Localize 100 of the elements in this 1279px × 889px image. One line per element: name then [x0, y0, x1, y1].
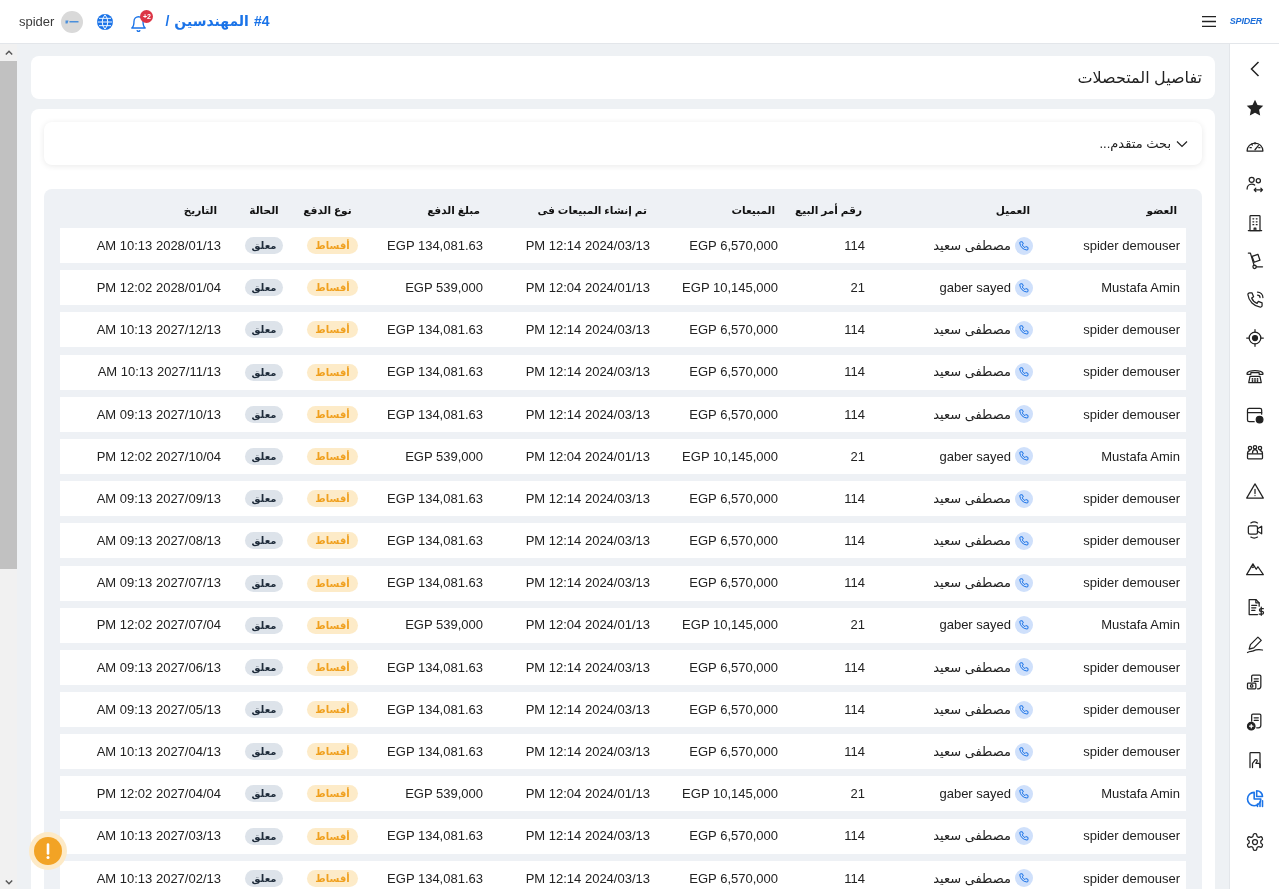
phone-icon[interactable] [1015, 320, 1033, 339]
scroll-up-icon[interactable] [4, 50, 13, 55]
payment-type-badge: أقساط [307, 785, 358, 803]
table-cell-text: PM 12:02 2027/07/04 [96, 616, 221, 635]
table-cell-text: EGP 134,081.63 [387, 827, 483, 846]
status-badge: معلق [244, 532, 284, 550]
payment-type-badge: أقساط [307, 237, 358, 254]
table-cell-text: EGP 6,570,000 [689, 827, 778, 846]
table-cell-text: spider demouser [1083, 869, 1180, 888]
pen-icon [1244, 635, 1265, 656]
user-name[interactable]: spider [19, 11, 55, 32]
scroll-down-icon[interactable] [4, 879, 13, 885]
payment-type-badge: أقساط [307, 701, 358, 719]
table-cell-text: PM 12:14 2024/03/13 [525, 658, 650, 677]
table-cell-text: 114 [844, 658, 865, 677]
globe-icon[interactable] [97, 13, 114, 30]
table-cell-text: EGP 6,570,000 [689, 658, 778, 677]
table-cell-text: gaber sayed [939, 616, 1011, 635]
column-header[interactable]: العضو [1146, 202, 1177, 219]
table-cell-text: 21 [850, 447, 865, 466]
payment-type-badge: أقساط [307, 447, 358, 465]
table-cell-text: EGP 539,000 [405, 616, 483, 635]
table-cell-text: مصطفى سعيد [933, 658, 1011, 677]
table-cell-text: 114 [844, 827, 865, 846]
table-cell-text: 114 [844, 363, 865, 382]
table-cell-text: gaber sayed [939, 785, 1011, 804]
menu-icon [1201, 16, 1216, 27]
brand-logo[interactable]: SPIDER [1229, 14, 1262, 29]
table-cell-text: PM 12:14 2024/03/13 [525, 532, 650, 551]
page-title: تفاصيل المتحصلات [1077, 67, 1202, 88]
phone-icon[interactable] [1015, 827, 1033, 846]
payment-type-badge: أقساط [307, 490, 358, 508]
phone-icon[interactable] [1015, 447, 1033, 466]
phone-icon[interactable] [1015, 742, 1033, 761]
column-header[interactable]: تم إنشاء المبيعات فى [537, 202, 647, 219]
status-badge: معلق [244, 743, 284, 761]
table-cell-text: AM 10:13 2027/03/13 [96, 827, 221, 846]
table-cell-text: gaber sayed [939, 278, 1011, 297]
payment-type-badge: أقساط [307, 532, 358, 550]
table-cell-text: PM 12:14 2024/03/13 [525, 489, 650, 508]
column-header[interactable]: الحالة [249, 202, 279, 219]
table-cell-text: 21 [850, 616, 865, 635]
phone-icon[interactable] [1015, 616, 1033, 635]
table-cell-text: 114 [844, 405, 865, 424]
warning-icon [1244, 481, 1265, 502]
table-cell-text: 21 [850, 785, 865, 804]
phone-icon[interactable] [1015, 658, 1033, 677]
phone-icon[interactable] [1015, 531, 1033, 550]
phone-icon[interactable] [1015, 869, 1033, 888]
table-cell-text: PM 12:02 2027/10/04 [96, 447, 221, 466]
table-cell-text: EGP 6,570,000 [689, 869, 778, 888]
table-cell-text: 114 [844, 869, 865, 888]
table-cell-text: spider demouser [1083, 827, 1180, 846]
table-cell-text: مصطفى سعيد [933, 321, 1011, 340]
payment-type-badge: أقساط [307, 658, 358, 676]
phone-icon[interactable] [1015, 278, 1033, 297]
advanced-search-toggle[interactable]: بحث متقدم... [44, 122, 1202, 165]
table-cell-text: 114 [844, 574, 865, 593]
payment-type-badge: أقساط [307, 616, 358, 634]
table-cell-text: مصطفى سعيد [933, 869, 1011, 888]
status-badge: معلق [244, 363, 284, 381]
menu-button[interactable] [1201, 15, 1216, 28]
phone-icon[interactable] [1015, 405, 1033, 424]
table-cell-text: 114 [844, 489, 865, 508]
payment-type-badge: أقساط [307, 827, 358, 845]
column-header[interactable]: العميل [995, 202, 1030, 219]
status-badge: معلق [244, 405, 284, 423]
table-cell-text: مصطفى سعيد [933, 743, 1011, 761]
table-cell-text: spider demouser [1083, 658, 1180, 677]
phone-icon[interactable] [1015, 489, 1033, 508]
table-cell-text: spider demouser [1083, 574, 1180, 593]
table-cell-text: AM 09:13 2027/09/13 [96, 489, 221, 508]
table-cell-text: EGP 6,570,000 [689, 743, 778, 761]
table-cell-text: EGP 6,570,000 [689, 405, 778, 424]
table-cell-text: AM 10:13 2028/01/13 [96, 236, 221, 255]
table-cell-text: EGP 134,081.63 [387, 869, 483, 888]
scrollbar-thumb[interactable] [0, 61, 17, 569]
column-header[interactable]: نوع الدفع [303, 202, 352, 219]
table-cell-text: PM 12:14 2024/03/13 [525, 363, 650, 382]
phone-icon[interactable] [1015, 236, 1033, 255]
table-cell-text: PM 12:14 2024/03/13 [525, 827, 650, 846]
table-cell-text: EGP 539,000 [405, 785, 483, 804]
table-cell-text: PM 12:02 2028/01/04 [96, 278, 221, 297]
column-header[interactable]: مبلغ الدفع [427, 202, 480, 219]
column-header[interactable]: المبيعات [731, 202, 775, 219]
table-cell-text: AM 09:13 2027/10/13 [96, 405, 221, 424]
table-cell-text: 21 [850, 278, 865, 297]
phone-icon[interactable] [1015, 363, 1033, 382]
table-cell-text: EGP 134,081.63 [387, 236, 483, 255]
crosshair-icon [1244, 327, 1265, 348]
status-badge: معلق [244, 574, 284, 592]
table-cell-text: مصطفى سعيد [933, 700, 1011, 719]
phone-icon[interactable] [1015, 700, 1033, 719]
table-cell-text: EGP 134,081.63 [387, 700, 483, 719]
phone-icon[interactable] [1015, 574, 1033, 592]
column-header[interactable]: رقم أمر البيع [795, 202, 862, 219]
phone-icon[interactable] [1015, 784, 1033, 803]
column-header[interactable]: التاريخ [183, 202, 217, 219]
avatar-icon[interactable] [61, 10, 84, 33]
table-cell-text: AM 09:13 2027/07/13 [96, 574, 221, 593]
